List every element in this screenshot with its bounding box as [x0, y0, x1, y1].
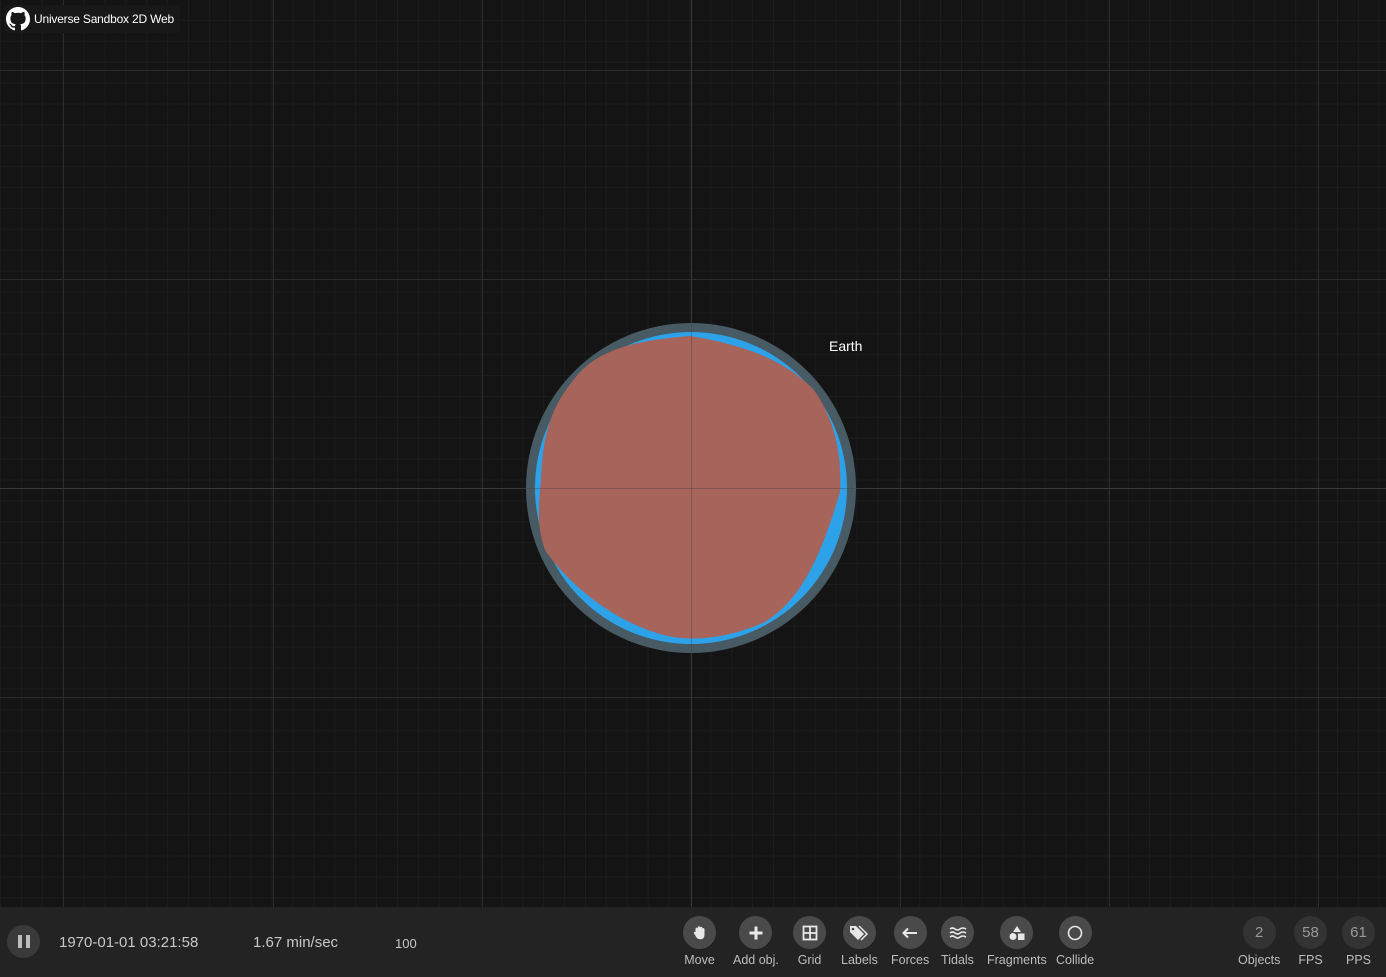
pause-button[interactable] [7, 925, 40, 958]
hand-icon [693, 925, 704, 939]
pause-icon [17, 935, 22, 948]
forces-tool[interactable]: Forces [891, 916, 929, 967]
tags-icon [850, 924, 869, 941]
arrow-left-icon [902, 927, 918, 938]
fragments-tool[interactable]: Fragments [987, 916, 1047, 967]
move-tool[interactable]: Move [683, 916, 716, 967]
shapes-icon [1009, 925, 1025, 940]
sim-date: 1970-01-01 03:21:58 [59, 934, 199, 951]
plus-icon [749, 926, 763, 939]
body-label-earth: Earth [829, 338, 863, 354]
waves-icon [949, 926, 966, 939]
objects-counter: 2 Objects [1238, 916, 1280, 967]
app-title: Universe Sandbox 2D Web [34, 12, 174, 26]
labels-tool[interactable]: Labels [841, 916, 878, 967]
planet-earth[interactable] [0, 0, 1386, 907]
grid-tool[interactable]: Grid [793, 916, 826, 967]
github-link[interactable]: Universe Sandbox 2D Web [4, 5, 180, 33]
collide-tool[interactable]: Collide [1056, 916, 1094, 967]
github-icon [6, 7, 30, 31]
add-object-tool[interactable]: Add obj. [733, 916, 779, 967]
tidals-tool[interactable]: Tidals [941, 916, 974, 967]
simulation-canvas[interactable]: Earth [0, 0, 1386, 907]
circle-outline-icon [1067, 925, 1083, 940]
sim-speed[interactable]: 1.67 min/sec [253, 934, 338, 951]
grid-icon [802, 925, 817, 940]
fps-counter: 58 FPS [1294, 916, 1327, 967]
sim-value[interactable]: 100 [395, 936, 417, 951]
pps-counter: 61 PPS [1342, 916, 1375, 967]
